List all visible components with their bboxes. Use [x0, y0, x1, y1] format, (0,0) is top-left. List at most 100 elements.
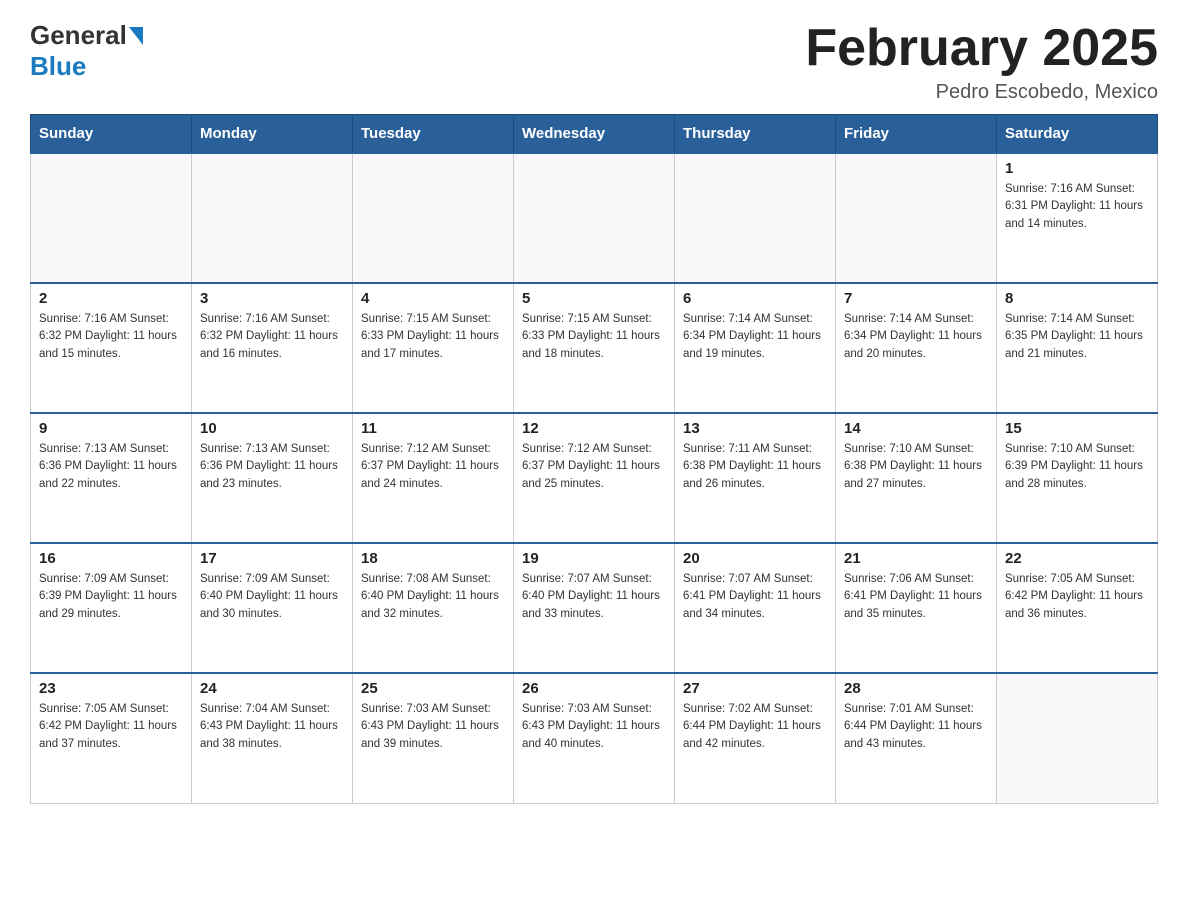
table-row: 11 Sunrise: 7:12 AM Sunset: 6:37 PM Dayli… [353, 413, 514, 543]
day-info: Sunrise: 7:10 AM Sunset: 6:39 PM Dayligh… [1005, 441, 1149, 493]
location-subtitle: Pedro Escobedo, Mexico [805, 81, 1158, 104]
table-row: 9 Sunrise: 7:13 AM Sunset: 6:36 PM Daylig… [31, 413, 192, 543]
table-row [353, 153, 514, 283]
day-info: Sunrise: 7:10 AM Sunset: 6:38 PM Dayligh… [844, 441, 988, 493]
table-row: 28 Sunrise: 7:01 AM Sunset: 6:44 PM Dayli… [836, 673, 997, 803]
table-row: 1 Sunrise: 7:16 AM Sunset: 6:31 PM Daylig… [997, 153, 1158, 283]
table-row: 23 Sunrise: 7:05 AM Sunset: 6:42 PM Dayli… [31, 673, 192, 803]
logo-arrow-icon [129, 27, 143, 45]
day-number: 27 [683, 680, 827, 697]
day-info: Sunrise: 7:16 AM Sunset: 6:32 PM Dayligh… [200, 311, 344, 363]
day-info: Sunrise: 7:16 AM Sunset: 6:32 PM Dayligh… [39, 311, 183, 363]
day-number: 13 [683, 420, 827, 437]
table-row [192, 153, 353, 283]
col-thursday: Thursday [675, 115, 836, 154]
day-info: Sunrise: 7:08 AM Sunset: 6:40 PM Dayligh… [361, 571, 505, 623]
day-info: Sunrise: 7:02 AM Sunset: 6:44 PM Dayligh… [683, 701, 827, 753]
table-row: 24 Sunrise: 7:04 AM Sunset: 6:43 PM Dayli… [192, 673, 353, 803]
day-info: Sunrise: 7:07 AM Sunset: 6:41 PM Dayligh… [683, 571, 827, 623]
day-info: Sunrise: 7:14 AM Sunset: 6:35 PM Dayligh… [1005, 311, 1149, 363]
day-number: 2 [39, 290, 183, 307]
day-number: 28 [844, 680, 988, 697]
table-row [31, 153, 192, 283]
day-info: Sunrise: 7:05 AM Sunset: 6:42 PM Dayligh… [1005, 571, 1149, 623]
logo-blue-text: Blue [30, 51, 86, 82]
day-info: Sunrise: 7:12 AM Sunset: 6:37 PM Dayligh… [522, 441, 666, 493]
day-info: Sunrise: 7:03 AM Sunset: 6:43 PM Dayligh… [522, 701, 666, 753]
calendar-table: Sunday Monday Tuesday Wednesday Thursday… [30, 114, 1158, 804]
table-row: 22 Sunrise: 7:05 AM Sunset: 6:42 PM Dayli… [997, 543, 1158, 673]
page-header: General Blue February 2025 Pedro Escobed… [30, 20, 1158, 104]
col-friday: Friday [836, 115, 997, 154]
day-info: Sunrise: 7:09 AM Sunset: 6:39 PM Dayligh… [39, 571, 183, 623]
day-number: 26 [522, 680, 666, 697]
day-number: 3 [200, 290, 344, 307]
day-number: 23 [39, 680, 183, 697]
title-section: February 2025 Pedro Escobedo, Mexico [805, 20, 1158, 104]
day-info: Sunrise: 7:15 AM Sunset: 6:33 PM Dayligh… [522, 311, 666, 363]
day-number: 24 [200, 680, 344, 697]
month-title: February 2025 [805, 20, 1158, 77]
table-row: 21 Sunrise: 7:06 AM Sunset: 6:41 PM Dayli… [836, 543, 997, 673]
table-row: 8 Sunrise: 7:14 AM Sunset: 6:35 PM Daylig… [997, 283, 1158, 413]
table-row: 6 Sunrise: 7:14 AM Sunset: 6:34 PM Daylig… [675, 283, 836, 413]
day-info: Sunrise: 7:16 AM Sunset: 6:31 PM Dayligh… [1005, 181, 1149, 233]
day-number: 22 [1005, 550, 1149, 567]
day-number: 9 [39, 420, 183, 437]
day-info: Sunrise: 7:12 AM Sunset: 6:37 PM Dayligh… [361, 441, 505, 493]
table-row: 14 Sunrise: 7:10 AM Sunset: 6:38 PM Dayli… [836, 413, 997, 543]
week-row-5: 23 Sunrise: 7:05 AM Sunset: 6:42 PM Dayli… [31, 673, 1158, 803]
table-row: 13 Sunrise: 7:11 AM Sunset: 6:38 PM Dayli… [675, 413, 836, 543]
col-monday: Monday [192, 115, 353, 154]
table-row [675, 153, 836, 283]
col-saturday: Saturday [997, 115, 1158, 154]
day-info: Sunrise: 7:11 AM Sunset: 6:38 PM Dayligh… [683, 441, 827, 493]
col-sunday: Sunday [31, 115, 192, 154]
day-number: 20 [683, 550, 827, 567]
day-info: Sunrise: 7:06 AM Sunset: 6:41 PM Dayligh… [844, 571, 988, 623]
week-row-3: 9 Sunrise: 7:13 AM Sunset: 6:36 PM Daylig… [31, 413, 1158, 543]
table-row: 20 Sunrise: 7:07 AM Sunset: 6:41 PM Dayli… [675, 543, 836, 673]
week-row-2: 2 Sunrise: 7:16 AM Sunset: 6:32 PM Daylig… [31, 283, 1158, 413]
table-row: 26 Sunrise: 7:03 AM Sunset: 6:43 PM Dayli… [514, 673, 675, 803]
day-number: 19 [522, 550, 666, 567]
day-number: 5 [522, 290, 666, 307]
day-number: 12 [522, 420, 666, 437]
day-number: 18 [361, 550, 505, 567]
logo: General Blue [30, 20, 145, 82]
table-row: 3 Sunrise: 7:16 AM Sunset: 6:32 PM Daylig… [192, 283, 353, 413]
day-info: Sunrise: 7:05 AM Sunset: 6:42 PM Dayligh… [39, 701, 183, 753]
table-row [997, 673, 1158, 803]
table-row: 7 Sunrise: 7:14 AM Sunset: 6:34 PM Daylig… [836, 283, 997, 413]
day-number: 4 [361, 290, 505, 307]
day-info: Sunrise: 7:14 AM Sunset: 6:34 PM Dayligh… [844, 311, 988, 363]
day-info: Sunrise: 7:13 AM Sunset: 6:36 PM Dayligh… [39, 441, 183, 493]
week-row-4: 16 Sunrise: 7:09 AM Sunset: 6:39 PM Dayli… [31, 543, 1158, 673]
day-number: 8 [1005, 290, 1149, 307]
day-number: 11 [361, 420, 505, 437]
day-info: Sunrise: 7:04 AM Sunset: 6:43 PM Dayligh… [200, 701, 344, 753]
day-info: Sunrise: 7:01 AM Sunset: 6:44 PM Dayligh… [844, 701, 988, 753]
day-number: 7 [844, 290, 988, 307]
day-number: 1 [1005, 160, 1149, 177]
day-number: 6 [683, 290, 827, 307]
day-number: 25 [361, 680, 505, 697]
day-number: 14 [844, 420, 988, 437]
day-number: 10 [200, 420, 344, 437]
table-row: 4 Sunrise: 7:15 AM Sunset: 6:33 PM Daylig… [353, 283, 514, 413]
day-info: Sunrise: 7:15 AM Sunset: 6:33 PM Dayligh… [361, 311, 505, 363]
table-row: 10 Sunrise: 7:13 AM Sunset: 6:36 PM Dayli… [192, 413, 353, 543]
day-info: Sunrise: 7:13 AM Sunset: 6:36 PM Dayligh… [200, 441, 344, 493]
day-number: 21 [844, 550, 988, 567]
table-row: 12 Sunrise: 7:12 AM Sunset: 6:37 PM Dayli… [514, 413, 675, 543]
table-row: 5 Sunrise: 7:15 AM Sunset: 6:33 PM Daylig… [514, 283, 675, 413]
day-number: 16 [39, 550, 183, 567]
day-info: Sunrise: 7:09 AM Sunset: 6:40 PM Dayligh… [200, 571, 344, 623]
table-row: 25 Sunrise: 7:03 AM Sunset: 6:43 PM Dayli… [353, 673, 514, 803]
logo-general-text: General [30, 20, 127, 51]
day-info: Sunrise: 7:03 AM Sunset: 6:43 PM Dayligh… [361, 701, 505, 753]
table-row: 17Sunrise: 7:09 AM Sunset: 6:40 PM Dayli… [192, 543, 353, 673]
table-row: 27 Sunrise: 7:02 AM Sunset: 6:44 PM Dayli… [675, 673, 836, 803]
table-row: 2 Sunrise: 7:16 AM Sunset: 6:32 PM Daylig… [31, 283, 192, 413]
day-info: Sunrise: 7:14 AM Sunset: 6:34 PM Dayligh… [683, 311, 827, 363]
